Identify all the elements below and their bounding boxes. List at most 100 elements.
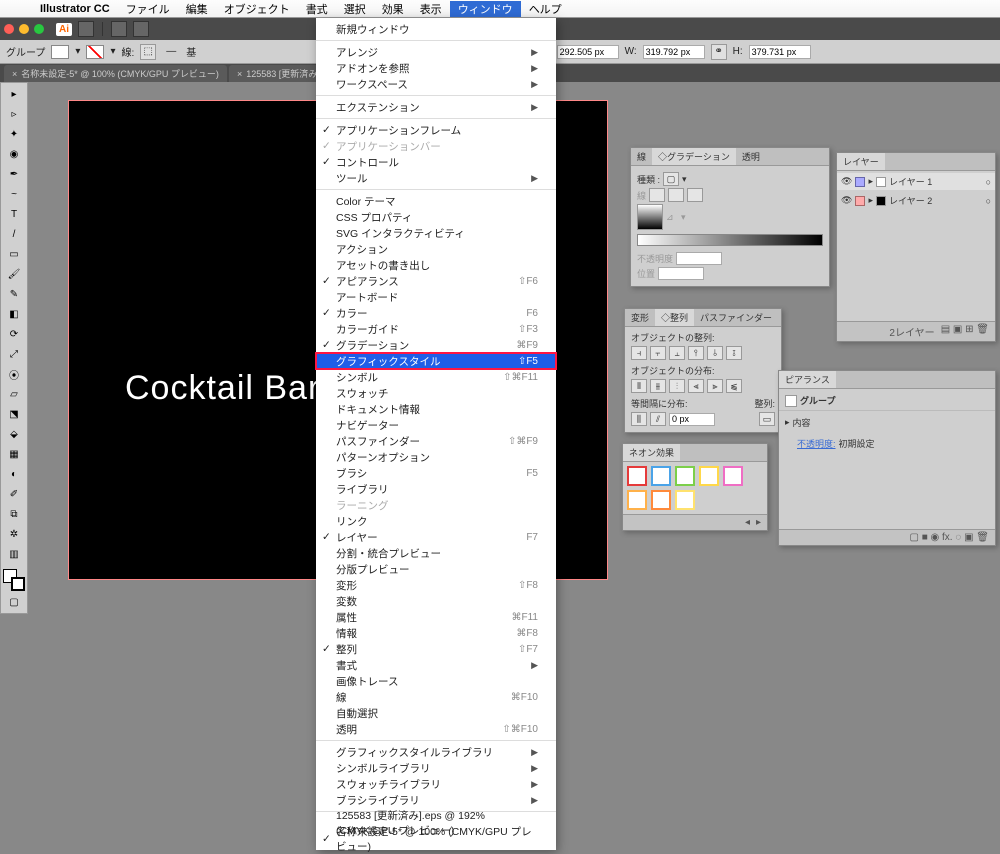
gradient-tool[interactable]: ◐ bbox=[3, 465, 25, 483]
menu-item[interactable]: パターンオプション bbox=[316, 449, 556, 465]
fill-stroke-control[interactable] bbox=[3, 569, 25, 591]
menu-edit[interactable]: 編集 bbox=[178, 1, 216, 17]
menu-item[interactable]: スウォッチ bbox=[316, 385, 556, 401]
menu-item[interactable]: アクション bbox=[316, 241, 556, 257]
menu-item[interactable]: カラーガイド⇧F3 bbox=[316, 321, 556, 337]
close-window-icon[interactable] bbox=[4, 24, 14, 34]
w-input[interactable] bbox=[643, 45, 705, 59]
paintbrush-tool[interactable]: 🖌 bbox=[3, 265, 25, 283]
column-graph-tool[interactable]: ▥ bbox=[3, 545, 25, 563]
shaper-tool[interactable]: ✎ bbox=[3, 285, 25, 303]
appearance-opacity-link[interactable]: 不透明度: bbox=[797, 437, 836, 450]
menu-item[interactable]: 自動選択 bbox=[316, 705, 556, 721]
stroke-swatch[interactable] bbox=[86, 45, 104, 59]
layer-row[interactable]: 👁▸レイヤー 2○ bbox=[837, 192, 995, 209]
close-tab-icon[interactable]: × bbox=[12, 69, 17, 79]
prev-icon[interactable]: ◂ bbox=[745, 517, 750, 528]
menu-item[interactable]: 分割・統合プレビュー bbox=[316, 545, 556, 561]
menu-item[interactable]: ライブラリ bbox=[316, 481, 556, 497]
menu-item[interactable]: ブラシF5 bbox=[316, 465, 556, 481]
menu-item[interactable]: アセットの書き出し bbox=[316, 257, 556, 273]
align-top-icon[interactable]: ⫯ bbox=[688, 346, 704, 360]
menu-item[interactable]: 新規ウィンドウ bbox=[316, 21, 556, 37]
graphic-style-swatch[interactable] bbox=[675, 490, 695, 510]
stroke-weight[interactable]: ⬚ bbox=[140, 44, 156, 60]
spacing-input[interactable] bbox=[669, 413, 715, 426]
align-panel[interactable]: 変形◇整列パスファインダー オブジェクトの整列: ⫞⫟⫠⫯⫰⫱ オブジェクトの分… bbox=[624, 308, 782, 433]
menu-item[interactable]: ドキュメント情報 bbox=[316, 401, 556, 417]
tab-transparency[interactable]: 透明 bbox=[736, 148, 766, 165]
gpu-icon[interactable] bbox=[133, 21, 149, 37]
h-input[interactable] bbox=[749, 45, 811, 59]
shape-builder-tool[interactable]: ⬔ bbox=[3, 405, 25, 423]
zoom-window-icon[interactable] bbox=[34, 24, 44, 34]
menu-item[interactable]: ナビゲーター bbox=[316, 417, 556, 433]
align-hcenter-icon[interactable]: ⫟ bbox=[650, 346, 666, 360]
menu-item[interactable]: アートボード bbox=[316, 289, 556, 305]
arrange-docs-icon[interactable] bbox=[111, 21, 127, 37]
perspective-tool[interactable]: ⬙ bbox=[3, 425, 25, 443]
menu-type[interactable]: 書式 bbox=[298, 1, 336, 17]
menu-item[interactable]: シンボル⇧⌘F11 bbox=[316, 369, 556, 385]
menu-file[interactable]: ファイル bbox=[118, 1, 178, 17]
layer-name[interactable]: レイヤー 2 bbox=[889, 194, 932, 207]
width-tool[interactable]: ⦿ bbox=[3, 365, 25, 383]
menu-item[interactable]: SVG インタラクティビティ bbox=[316, 225, 556, 241]
panel-title[interactable]: ネオン効果 bbox=[623, 444, 680, 461]
align-vcenter-icon[interactable]: ⫰ bbox=[707, 346, 723, 360]
doc-tab[interactable]: ×名称未設定-5* @ 100% (CMYK/GPU プレビュー) bbox=[4, 65, 227, 82]
pen-tool[interactable]: ✒ bbox=[3, 165, 25, 183]
eraser-tool[interactable]: ◧ bbox=[3, 305, 25, 323]
menu-select[interactable]: 選択 bbox=[336, 1, 374, 17]
minimize-window-icon[interactable] bbox=[19, 24, 29, 34]
direct-selection-tool[interactable]: ▹ bbox=[3, 105, 25, 123]
align-bottom-icon[interactable]: ⫱ bbox=[726, 346, 742, 360]
menu-help[interactable]: ヘルプ bbox=[521, 1, 570, 17]
y-input[interactable] bbox=[557, 45, 619, 59]
curvature-tool[interactable]: ~ bbox=[3, 185, 25, 203]
menu-item[interactable]: ✓カラーF6 bbox=[316, 305, 556, 321]
layer-row[interactable]: 👁▸レイヤー 1○ bbox=[837, 173, 995, 190]
fill-swatch[interactable] bbox=[51, 45, 69, 59]
tab-gradient[interactable]: ◇グラデーション bbox=[652, 148, 736, 165]
gradient-preview[interactable] bbox=[637, 204, 663, 230]
align-right-icon[interactable]: ⫠ bbox=[669, 346, 685, 360]
visibility-icon[interactable]: 👁 bbox=[841, 176, 852, 187]
menu-item[interactable]: ワークスペース▶ bbox=[316, 76, 556, 92]
selection-tool[interactable]: ▸ bbox=[3, 85, 25, 103]
menu-item[interactable]: 分版プレビュー bbox=[316, 561, 556, 577]
artboard-text[interactable]: Cocktail Bar bbox=[125, 369, 320, 408]
tab-stroke[interactable]: 線 bbox=[631, 148, 652, 165]
layers-panel[interactable]: レイヤー 👁▸レイヤー 1○ 👁▸レイヤー 2○ 2レイヤー▤ ▣ ⊞ 🗑 bbox=[836, 152, 996, 342]
align-left-icon[interactable]: ⫞ bbox=[631, 346, 647, 360]
menu-effect[interactable]: 効果 bbox=[374, 1, 412, 17]
free-transform-tool[interactable]: ▱ bbox=[3, 385, 25, 403]
eyedropper-tool[interactable]: ✐ bbox=[3, 485, 25, 503]
graphic-style-swatch[interactable] bbox=[699, 466, 719, 486]
menu-item[interactable]: ✓グラデーション⌘F9 bbox=[316, 337, 556, 353]
menu-window[interactable]: ウィンドウ bbox=[450, 1, 521, 17]
menu-item[interactable]: ✓アプリケーションフレーム bbox=[316, 122, 556, 138]
graphic-style-swatch[interactable] bbox=[627, 490, 647, 510]
gradient-panel[interactable]: 線 ◇グラデーション 透明 種類 :▢▾ 線 ⊿ ▾ 不透明度 位置 bbox=[630, 147, 830, 287]
menu-item[interactable]: ✓レイヤーF7 bbox=[316, 529, 556, 545]
mesh-tool[interactable]: ▦ bbox=[3, 445, 25, 463]
layer-name[interactable]: レイヤー 1 bbox=[889, 175, 932, 188]
tab-pathfinder[interactable]: パスファインダー bbox=[694, 309, 778, 326]
panel-footer-icons[interactable]: ▢ ■ ◉ fx. ◌ ▣ 🗑 bbox=[909, 532, 989, 543]
menu-item[interactable]: 属性⌘F11 bbox=[316, 609, 556, 625]
type-tool[interactable]: T bbox=[3, 205, 25, 223]
rectangle-tool[interactable]: ▭ bbox=[3, 245, 25, 263]
menu-item[interactable]: 情報⌘F8 bbox=[316, 625, 556, 641]
menu-item[interactable]: シンボルライブラリ▶ bbox=[316, 760, 556, 776]
symbol-sprayer-tool[interactable]: ✲ bbox=[3, 525, 25, 543]
gradient-slider[interactable] bbox=[637, 234, 823, 246]
menu-item[interactable]: ツール▶ bbox=[316, 170, 556, 186]
appearance-contents[interactable]: 内容 bbox=[793, 416, 811, 429]
graphic-style-swatch[interactable] bbox=[627, 466, 647, 486]
graphic-style-swatch[interactable] bbox=[651, 466, 671, 486]
menu-item[interactable]: 透明⇧⌘F10 bbox=[316, 721, 556, 737]
graphic-style-swatch[interactable] bbox=[675, 466, 695, 486]
tab-transform[interactable]: 変形 bbox=[625, 309, 655, 326]
graphic-style-swatch[interactable] bbox=[723, 466, 743, 486]
